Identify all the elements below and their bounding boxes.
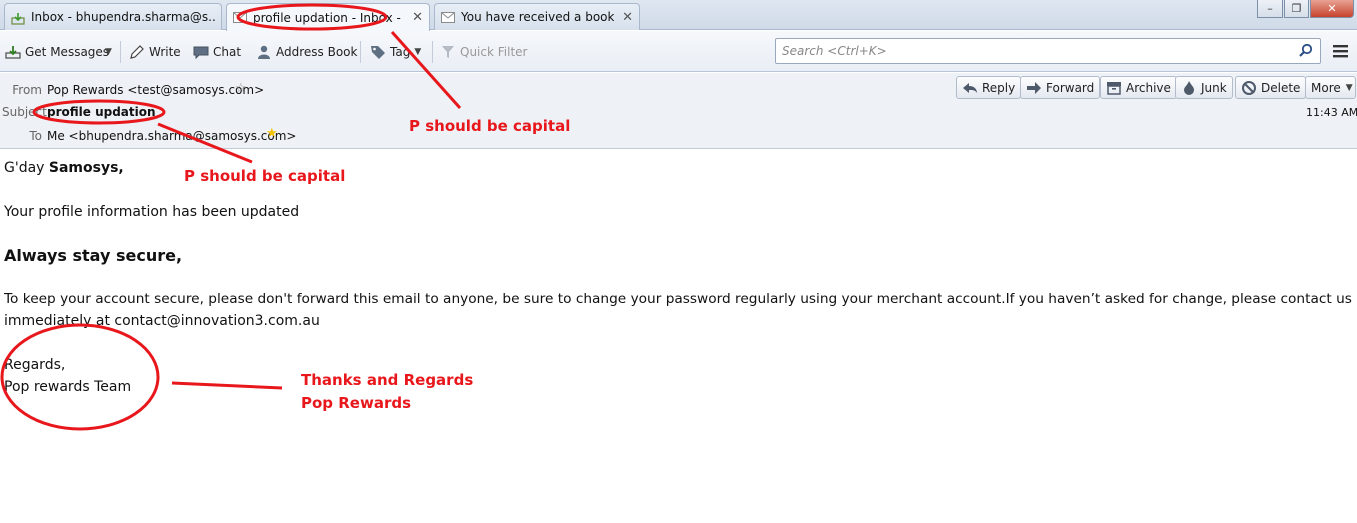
delete-label: Delete <box>1261 80 1301 95</box>
archive-button[interactable]: Archive <box>1100 76 1177 99</box>
more-button[interactable]: More ▼ <box>1305 76 1356 99</box>
greeting: G'day Samosys, <box>4 160 124 176</box>
chevron-down-icon: ▼ <box>414 47 422 57</box>
junk-flame-icon <box>1181 80 1197 96</box>
person-icon <box>256 44 272 60</box>
quick-filter-button[interactable]: Quick Filter <box>440 42 527 62</box>
search-input[interactable] <box>776 39 1276 63</box>
annotation-note: Pop Rewards <box>301 394 412 412</box>
chevron-down-icon: ▼ <box>105 47 112 57</box>
annotation-note: P should be capital <box>184 167 346 185</box>
address-book-label: Address Book <box>276 45 358 59</box>
toolbar-separator <box>120 41 121 63</box>
delete-button[interactable]: Delete <box>1235 76 1307 99</box>
toolbar-separator <box>432 41 433 63</box>
tag-icon <box>370 44 386 60</box>
forward-button[interactable]: Forward <box>1020 76 1101 99</box>
hamburger-icon <box>1333 45 1348 58</box>
close-tab-icon[interactable]: ✕ <box>412 10 423 25</box>
close-icon: ✕ <box>1327 2 1337 15</box>
address-book-button[interactable]: Address Book <box>256 42 357 62</box>
annotation-note: Thanks and Regards <box>301 371 474 389</box>
inbox-download-icon <box>11 12 25 25</box>
body-paragraph-line: To keep your account secure, please don'… <box>4 291 1352 307</box>
to-value[interactable]: Me <bhupendra.sharma@samosys.com> <box>47 129 296 143</box>
more-label: More <box>1311 80 1341 95</box>
star-filled-icon[interactable]: ★ <box>266 126 278 141</box>
write-button[interactable]: Write <box>129 42 181 62</box>
message-time: 11:43 AM <box>1306 106 1357 119</box>
pencil-icon <box>129 44 145 60</box>
star-outline-icon[interactable]: ☆ <box>235 81 247 96</box>
forward-label: Forward <box>1046 80 1095 95</box>
annotation-arrow-line <box>171 381 283 390</box>
chat-bubble-icon <box>193 44 209 60</box>
chat-button[interactable]: Chat <box>193 42 241 62</box>
minimize-button[interactable]: – <box>1257 0 1283 18</box>
subject-label: Subject <box>2 105 47 119</box>
annotation-note: P should be capital <box>409 117 571 135</box>
body-paragraph-line: immediately at contact@innovation3.com.a… <box>4 313 320 329</box>
team-signature: Pop rewards Team <box>4 379 132 395</box>
minimize-icon: – <box>1267 2 1273 15</box>
download-icon <box>5 44 21 60</box>
chat-label: Chat <box>213 45 242 59</box>
reply-button[interactable]: Reply <box>956 76 1022 99</box>
tab-label: profile updation - Inbox - ... <box>253 10 405 25</box>
app-menu-button[interactable] <box>1333 43 1349 62</box>
tab-label: Inbox - bhupendra.sharma@s... <box>31 10 215 24</box>
get-messages-label: Get Messages <box>25 45 110 59</box>
to-label: To <box>29 129 42 143</box>
envelope-icon <box>441 11 455 23</box>
greeting-name: Samosys, <box>48 160 124 176</box>
tag-label: Tag <box>390 45 411 59</box>
body-line: Your profile information has been update… <box>4 204 300 220</box>
greeting-prefix: G'day <box>4 160 49 176</box>
body-heading: Always stay secure, <box>4 246 183 265</box>
restore-button[interactable]: ❐ <box>1284 0 1309 18</box>
signature-highlight-ellipse <box>0 323 160 431</box>
archive-box-icon <box>1106 80 1122 96</box>
message-header: From Pop Rewards <test@samosys.com> ☆ Su… <box>0 73 1357 149</box>
get-messages-button[interactable]: Get Messages <box>5 42 109 62</box>
restore-icon: ❐ <box>1291 2 1302 15</box>
junk-button[interactable]: Junk <box>1175 76 1233 99</box>
toolbar-separator <box>360 41 361 63</box>
search-icon[interactable] <box>1298 43 1314 62</box>
subject-value: profile updation <box>47 105 156 119</box>
delete-circle-icon <box>1241 80 1257 96</box>
forward-arrow-icon <box>1026 80 1042 96</box>
close-tab-icon[interactable]: ✕ <box>622 10 633 25</box>
regards-line: Regards, <box>4 357 66 373</box>
chevron-down-icon: ▼ <box>1345 82 1353 93</box>
tab-booking[interactable]: You have received a booki... ✕ <box>434 3 640 30</box>
envelope-icon <box>233 12 247 23</box>
tag-button[interactable]: Tag ▼ <box>370 42 421 62</box>
archive-label: Archive <box>1126 80 1171 95</box>
funnel-icon <box>440 44 456 60</box>
tab-inbox[interactable]: Inbox - bhupendra.sharma@s... <box>4 3 222 30</box>
tab-profile-updation[interactable]: profile updation - Inbox - ... ✕ <box>226 3 430 31</box>
from-value[interactable]: Pop Rewards <test@samosys.com> <box>47 83 264 97</box>
reply-label: Reply <box>982 80 1016 95</box>
close-window-button[interactable]: ✕ <box>1310 0 1354 18</box>
from-label: From <box>12 83 42 97</box>
tab-strip: Inbox - bhupendra.sharma@s... profile up… <box>0 0 1357 31</box>
write-label: Write <box>149 45 181 59</box>
get-messages-dropdown[interactable]: ▼ <box>105 42 112 62</box>
quick-filter-label: Quick Filter <box>460 45 528 59</box>
tab-label: You have received a booki... <box>461 10 615 24</box>
junk-label: Junk <box>1201 80 1227 95</box>
search-box[interactable] <box>775 38 1321 64</box>
reply-arrow-icon <box>962 80 978 96</box>
